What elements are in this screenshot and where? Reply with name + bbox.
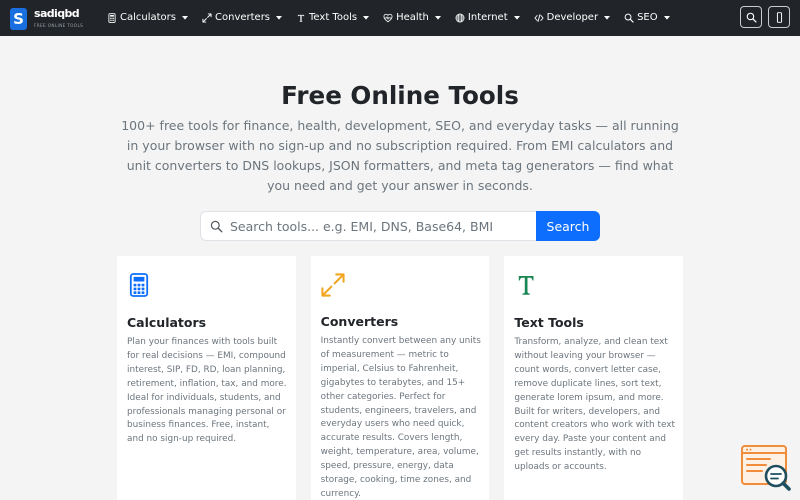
nav-item-health[interactable]: Health <box>383 12 441 24</box>
card-description-line: Plan your finances with tools built <box>127 337 278 347</box>
calculator-icon <box>129 273 149 297</box>
card-description-line: Instantly convert between any units <box>320 336 481 346</box>
nav-item-label: Developer <box>546 12 599 23</box>
code-icon <box>534 14 544 22</box>
card-description-line: professionals managing personal or <box>127 406 286 417</box>
card-description-line: other categories. Perfect for <box>320 391 446 402</box>
search-toggle-button[interactable] <box>740 6 762 28</box>
chevron-down-icon <box>604 16 611 20</box>
card-title: Converters <box>320 314 399 329</box>
card-title: Text Tools <box>514 315 584 330</box>
card-description-line: count words, convert letter case, <box>514 364 661 375</box>
hero-description-line: in your browser with no sign-up and no s… <box>126 138 674 153</box>
card-description-line: currency. <box>320 488 361 499</box>
chevron-down-icon <box>363 16 370 20</box>
tool-card-text-tools[interactable]: Text Tools Transform, analyze, and clean… <box>504 256 684 500</box>
mobile-icon <box>776 11 782 23</box>
card-description-line: speed, pressure, energy, data <box>320 461 454 472</box>
search-icon <box>210 220 223 233</box>
card-description-line: gigabytes to terabytes, and 15+ <box>320 377 466 388</box>
card-description-line: accurate results. Covers length, <box>320 433 463 444</box>
card-description-line: every day. Paste your content and <box>514 434 666 445</box>
chevron-down-icon <box>276 16 283 20</box>
logo-mark: S <box>10 8 27 30</box>
arrows-expand-icon <box>202 13 212 23</box>
card-description: Plan your finances with tools built for r… <box>127 336 287 447</box>
search-field <box>200 211 536 241</box>
brand-name: sadiqbd <box>34 7 80 20</box>
navbar: S sadiqbd FREE ONLINE TOOLS Calculators … <box>0 0 800 36</box>
card-title: Calculators <box>127 315 207 330</box>
tool-categories: Calculators Plan your finances with tool… <box>117 256 684 500</box>
card-description-line: remove duplicate lines, sort text, <box>514 378 662 389</box>
text-t-icon <box>519 276 534 295</box>
search-button[interactable]: Search <box>536 211 600 241</box>
navbar-actions <box>740 6 790 28</box>
card-description-line: of measurement — metric to <box>320 349 449 360</box>
card-description-line: imperial, Celsius to Fahrenheit, <box>320 363 459 374</box>
globe-icon <box>455 13 465 23</box>
nav-item-label: SEO <box>637 12 658 23</box>
card-description-line: interest, SIP, FD, RD, loan planning, <box>127 364 286 375</box>
card-icon <box>127 273 286 297</box>
nav-item-developer[interactable]: Developer <box>534 12 611 24</box>
nav-item-text-tools[interactable]: Text Tools <box>296 12 370 24</box>
nav-item-label: Internet <box>467 12 508 23</box>
arrows-expand-icon <box>321 273 345 297</box>
main-menu: Calculators Converters Text Tools Health <box>107 0 670 36</box>
floating-search-widget[interactable] <box>740 443 792 493</box>
tool-search-form: Search <box>200 211 600 241</box>
nav-item-label: Converters <box>215 12 271 23</box>
nav-item-internet[interactable]: Internet <box>455 12 520 24</box>
card-description-line: everyday users who need quick, <box>320 419 465 430</box>
card-description-line: Built for writers, developers, and <box>514 406 660 417</box>
card-description-line: and no sign-up required. <box>127 434 237 445</box>
hero-description: 100+ free tools for finance, health, dev… <box>0 116 800 196</box>
brand-tagline: FREE ONLINE TOOLS <box>34 23 84 28</box>
heart-pulse-icon <box>383 13 393 23</box>
card-description-line: storage, cooking, time zones, and <box>320 475 472 486</box>
card-description: Transform, analyze, and clean text withou… <box>514 336 675 475</box>
card-icon <box>514 273 673 297</box>
card-description-line: content creators who work with text <box>514 420 675 431</box>
page-title: Free Online Tools <box>281 81 519 110</box>
card-description-line: Transform, analyze, and clean text <box>514 337 668 347</box>
tool-card-converters[interactable]: Converters Instantly convert between any… <box>310 256 490 500</box>
card-description-line: students, engineers, travelers, and <box>320 405 477 416</box>
card-description-line: uploads or accounts. <box>514 462 607 473</box>
search-document-icon <box>741 445 791 491</box>
card-description-line: get results instantly, with no <box>514 448 642 459</box>
card-description-line: for real decisions — EMI, compound <box>127 350 286 361</box>
card-description-line: generate lorem ipsum, and more. <box>514 392 664 403</box>
card-description-line: retirement, inflation, tax, and more. <box>127 378 287 389</box>
mobile-toggle-button[interactable] <box>768 6 790 28</box>
chevron-down-icon <box>663 16 670 20</box>
chevron-down-icon <box>434 16 441 20</box>
card-description: Instantly convert between any units of me… <box>320 335 481 500</box>
card-description-line: without leaving your browser — <box>514 350 656 361</box>
nav-item-label: Text Tools <box>309 12 358 23</box>
card-description-line: business finances. Free, instant, <box>127 420 270 431</box>
nav-item-label: Health <box>396 12 429 23</box>
card-description-line: weight, temperature, area, volume, <box>320 447 479 458</box>
chevron-down-icon <box>513 16 520 20</box>
brand-logo[interactable]: S sadiqbd FREE ONLINE TOOLS <box>10 7 85 30</box>
nav-item-converters[interactable]: Converters <box>202 12 283 24</box>
tool-card-calculators[interactable]: Calculators Plan your finances with tool… <box>117 256 296 500</box>
card-description-line: Ideal for individuals, students, and <box>127 392 281 403</box>
search-icon <box>624 13 634 23</box>
search-input[interactable] <box>201 212 536 240</box>
hero-description-line: 100+ free tools for finance, health, dev… <box>121 118 679 133</box>
nav-item-label: Calculators <box>120 12 176 23</box>
chevron-down-icon <box>182 16 188 20</box>
hero-description-line: you need and get your answer in seconds. <box>267 178 533 193</box>
nav-item-calculators[interactable]: Calculators <box>107 12 188 24</box>
hero-description-line: unit converters to DNS lookups, JSON for… <box>126 158 674 173</box>
card-icon <box>321 272 480 297</box>
calculator-icon <box>108 13 116 23</box>
nav-item-seo[interactable]: SEO <box>624 12 670 24</box>
text-t-icon <box>297 14 305 22</box>
search-icon <box>746 12 757 23</box>
